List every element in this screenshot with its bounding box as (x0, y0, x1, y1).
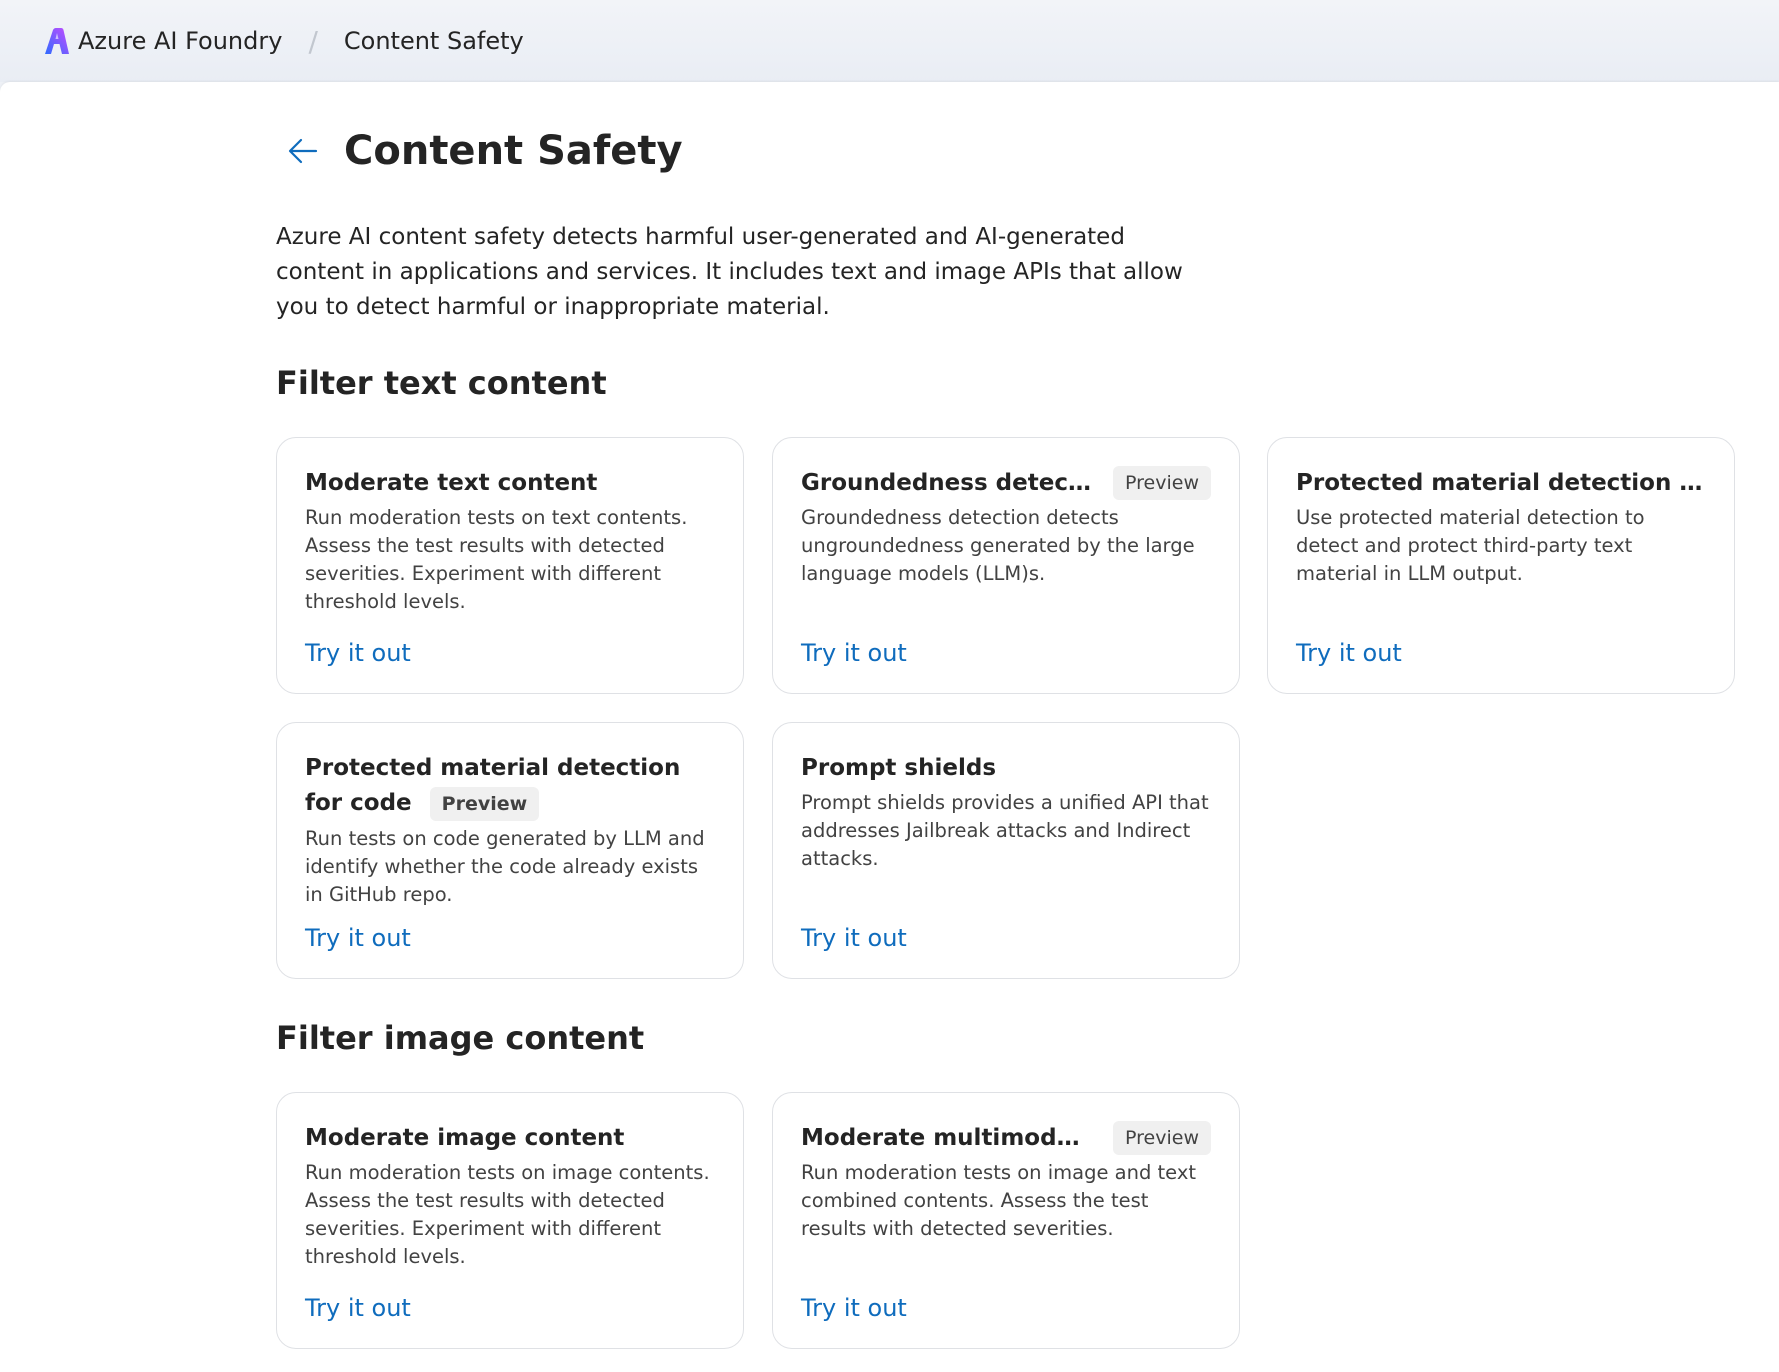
breadcrumb-separator: / (308, 24, 318, 58)
main-content: Content Safety Azure AI content safety d… (0, 82, 1779, 1372)
arrow-left-icon (288, 138, 318, 164)
page-title: Content Safety (344, 128, 683, 174)
preview-badge: Preview (1113, 1121, 1211, 1155)
top-bar: Azure AI Foundry / Content Safety (0, 0, 1779, 82)
card-description: Use protected material detection to dete… (1296, 506, 1645, 585)
card-title: Groundedness detection (801, 470, 1094, 496)
section-title-text: Filter text content (276, 364, 607, 402)
try-it-out-link[interactable]: Try it out (305, 639, 411, 667)
page-header: Content Safety (276, 124, 683, 178)
preview-badge: Preview (1113, 466, 1211, 500)
card-description: Run tests on code generated by LLM and i… (305, 827, 705, 906)
card-description: Run moderation tests on image and text c… (801, 1161, 1197, 1240)
try-it-out-link[interactable]: Try it out (801, 1294, 907, 1322)
card-description: Run moderation tests on image contents. … (305, 1161, 710, 1268)
card-description: Groundedness detection detects ungrounde… (801, 506, 1195, 585)
card-moderate-multimodal: Moderate multimodal c... Preview Run mod… (772, 1092, 1240, 1349)
card-description: Run moderation tests on text contents. A… (305, 506, 688, 613)
card-title: Moderate text content (305, 470, 598, 496)
try-it-out-link[interactable]: Try it out (801, 639, 907, 667)
card-title: Prompt shields (801, 755, 997, 781)
azure-ai-foundry-logo-icon[interactable] (44, 27, 70, 55)
try-it-out-link[interactable]: Try it out (305, 1294, 411, 1322)
back-button[interactable] (276, 124, 330, 178)
breadcrumb-current[interactable]: Content Safety (344, 27, 524, 55)
card-moderate-text: Moderate text content Run moderation tes… (276, 437, 744, 694)
app-name-link[interactable]: Azure AI Foundry (78, 27, 282, 55)
card-moderate-image: Moderate image content Run moderation te… (276, 1092, 744, 1349)
try-it-out-link[interactable]: Try it out (1296, 639, 1402, 667)
card-protected-material-text: Protected material detection for text Us… (1267, 437, 1735, 694)
card-groundedness-detection: Groundedness detection Preview Groundedn… (772, 437, 1240, 694)
card-title: Moderate multimodal c... (801, 1125, 1093, 1151)
card-title: Protected material detection for text (1296, 470, 1706, 496)
card-protected-material-code: Protected material detection for code Pr… (276, 722, 744, 979)
card-prompt-shields: Prompt shields Prompt shields provides a… (772, 722, 1240, 979)
card-title: Moderate image content (305, 1125, 625, 1151)
card-title-block: Protected material detection for code Pr… (305, 751, 715, 821)
preview-badge: Preview (429, 787, 540, 821)
section-title-image: Filter image content (276, 1019, 645, 1057)
card-description: Prompt shields provides a unified API th… (801, 791, 1209, 870)
try-it-out-link[interactable]: Try it out (305, 924, 411, 952)
page-description: Azure AI content safety detects harmful … (276, 224, 1183, 320)
try-it-out-link[interactable]: Try it out (801, 924, 907, 952)
